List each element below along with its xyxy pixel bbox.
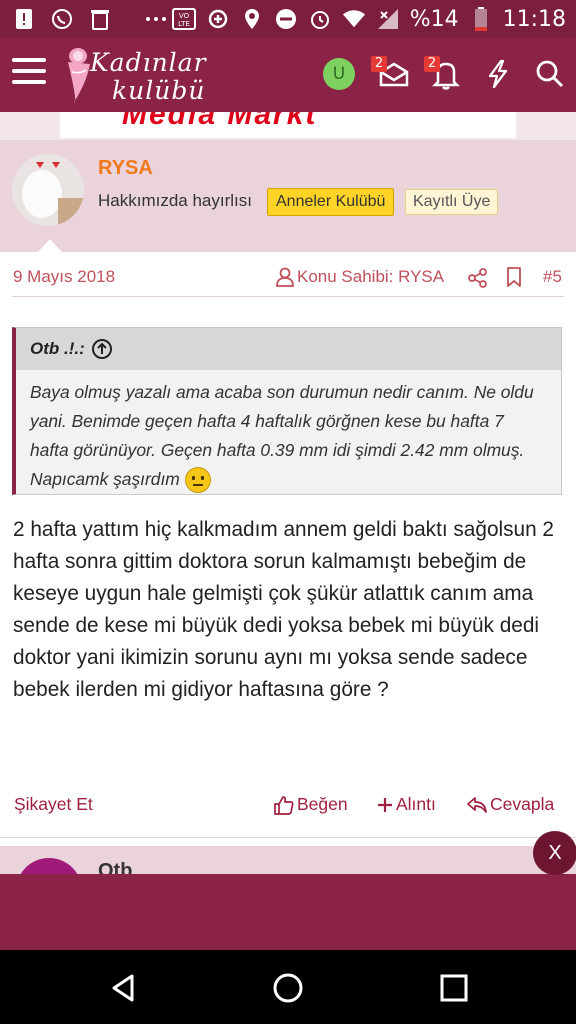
user-tag-anneler: Anneler Kulübü bbox=[267, 188, 395, 216]
next-post-avatar[interactable] bbox=[16, 858, 82, 874]
like-label: Beğen bbox=[297, 794, 348, 814]
reply-icon bbox=[467, 796, 487, 813]
back-icon[interactable] bbox=[106, 970, 142, 1006]
ad-box[interactable]: Media Markt bbox=[60, 112, 516, 138]
post-avatar[interactable] bbox=[12, 154, 84, 226]
alerts-badge: 2 bbox=[424, 56, 440, 72]
quote-label: Alıntı bbox=[396, 794, 436, 814]
clock: 11:18 bbox=[502, 6, 566, 32]
meta-divider bbox=[12, 296, 564, 297]
close-ad-button[interactable]: X bbox=[533, 831, 576, 875]
ad-text: Media Markt bbox=[122, 112, 318, 131]
post-actions: Şikayet Et Beğen Alıntı Cevapla bbox=[0, 788, 576, 824]
alarm-icon bbox=[308, 7, 332, 31]
more-dots-icon bbox=[144, 7, 168, 31]
post-username[interactable]: RYSA bbox=[98, 157, 153, 180]
search-icon[interactable] bbox=[534, 58, 566, 90]
svg-text:VO: VO bbox=[179, 12, 190, 20]
quote-author: Otb .!.: bbox=[30, 339, 85, 358]
logo-line1: Kadınlar bbox=[90, 48, 207, 77]
bookmark-icon[interactable] bbox=[506, 267, 522, 291]
ad-banner[interactable]: Media Markt bbox=[0, 112, 576, 140]
post-user-header: RYSA Hakkımızda hayırlısı Anneler Kulübü… bbox=[0, 140, 576, 252]
thread-owner-label: Konu Sahibi: RYSA bbox=[297, 267, 445, 286]
reply-button[interactable]: Cevapla bbox=[467, 794, 554, 815]
footer-ad-area[interactable] bbox=[0, 874, 576, 950]
battery-percent: %14 bbox=[409, 6, 459, 32]
frown-emoji-icon bbox=[184, 467, 211, 494]
next-post-header: Otb bbox=[0, 846, 576, 874]
quote-text: Baya olmuş yazalı ama acaba son durumun … bbox=[30, 382, 534, 489]
home-icon[interactable] bbox=[270, 970, 306, 1006]
post-divider bbox=[0, 837, 576, 838]
next-post-username[interactable]: Otb bbox=[98, 860, 132, 874]
data-saver-icon bbox=[206, 7, 230, 31]
quote-block: Otb .!.: Baya olmuş yazalı ama acaba son… bbox=[12, 327, 562, 495]
arrow-up-circle-icon[interactable] bbox=[91, 338, 113, 360]
user-icon bbox=[276, 267, 294, 291]
post: RYSA Hakkımızda hayırlısı Anneler Kulübü… bbox=[0, 140, 576, 840]
alert-icon bbox=[12, 7, 36, 31]
quote-button[interactable]: Alıntı bbox=[377, 794, 436, 815]
trash-icon bbox=[88, 7, 112, 31]
signal-icon bbox=[376, 7, 400, 31]
reply-label: Cevapla bbox=[490, 794, 555, 814]
thumbs-up-icon bbox=[274, 795, 294, 815]
share-icon[interactable] bbox=[468, 268, 488, 292]
user-avatar[interactable]: U bbox=[323, 58, 355, 90]
messages-badge: 2 bbox=[371, 56, 387, 72]
svg-text:LTE: LTE bbox=[178, 20, 190, 28]
plus-icon bbox=[378, 797, 392, 812]
post-user-title: Hakkımızda hayırlısı bbox=[98, 191, 252, 210]
report-link[interactable]: Şikayet Et bbox=[14, 794, 93, 815]
location-icon bbox=[240, 7, 264, 31]
site-logo[interactable]: Kadınlar kulübü bbox=[62, 44, 222, 106]
post-number[interactable]: #5 bbox=[543, 267, 562, 287]
do-not-disturb-icon bbox=[274, 7, 298, 31]
wifi-icon bbox=[342, 7, 366, 31]
whatsapp-icon bbox=[50, 7, 74, 31]
battery-icon bbox=[469, 7, 493, 31]
post-meta: 9 Mayıs 2018 Konu Sahibi: RYSA #5 bbox=[0, 252, 576, 298]
logo-line2: kulübü bbox=[112, 76, 206, 105]
lightning-icon[interactable] bbox=[482, 58, 514, 90]
quote-header[interactable]: Otb .!.: bbox=[16, 328, 561, 370]
status-bar: VO LTE %14 11:18 bbox=[0, 0, 576, 38]
user-tag-kayitli: Kayıtlı Üye bbox=[405, 189, 499, 215]
quote-body: Baya olmuş yazalı ama acaba son durumun … bbox=[16, 370, 561, 502]
menu-icon[interactable] bbox=[12, 58, 46, 88]
user-arrow bbox=[38, 239, 62, 252]
post-date[interactable]: 9 Mayıs 2018 bbox=[13, 267, 115, 287]
recents-icon[interactable] bbox=[436, 970, 472, 1006]
post-message: 2 hafta yattım hiç kalkmadım annem geldi… bbox=[13, 518, 555, 701]
android-nav-bar bbox=[0, 950, 576, 1024]
like-button[interactable]: Beğen bbox=[274, 794, 348, 815]
volte-icon: VO LTE bbox=[171, 7, 196, 31]
